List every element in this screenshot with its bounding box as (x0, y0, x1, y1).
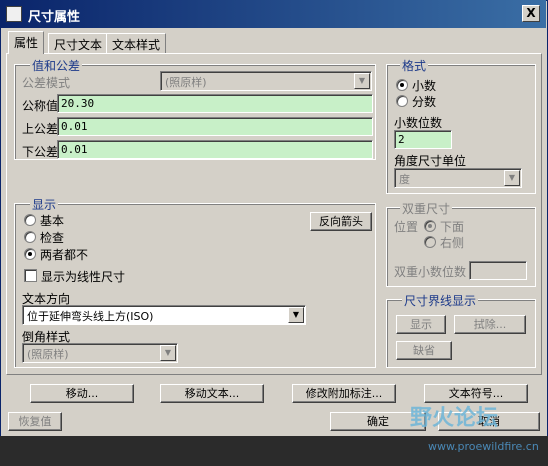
close-button[interactable]: X (522, 5, 540, 22)
fraction-label: 分数 (412, 95, 437, 109)
inspection-label: 检查 (40, 231, 65, 245)
chevron-down-icon: ▼ (504, 170, 520, 186)
forum-watermark-url: www.proewildfire.cn (428, 440, 539, 453)
position-label: 位置 (394, 220, 419, 234)
forum-watermark: 野火论坛 (410, 406, 499, 431)
erase-witness-button[interactable]: 拭除... (454, 315, 526, 334)
right-radio[interactable] (424, 236, 436, 248)
dual-dimension-title: 双重尺寸 (400, 200, 453, 217)
chamfer-style-value: (照原样) (27, 348, 69, 361)
dual-decimals-label: 双重小数位数 (394, 265, 467, 279)
lower-tolerance-label: 下公差 (22, 145, 59, 159)
below-label: 下面 (440, 220, 465, 234)
right-label: 右侧 (440, 236, 465, 250)
nominal-value-field[interactable]: 20.30 (57, 94, 373, 113)
chamfer-style-select[interactable]: (照原样) ▼ (22, 343, 178, 363)
chevron-down-icon: ▼ (354, 73, 370, 89)
decimal-label: 小数 (412, 79, 437, 93)
move-button[interactable]: 移动... (30, 384, 134, 403)
lower-tolerance-field[interactable]: 0.01 (57, 140, 373, 159)
show-witness-button[interactable]: 显示 (396, 315, 446, 334)
tolerance-mode-label: 公差模式 (22, 76, 71, 90)
decimal-places-field[interactable]: 2 (394, 130, 452, 149)
window-icon (6, 6, 22, 22)
chevron-down-icon: ▼ (160, 345, 176, 361)
display-title: 显示 (30, 196, 59, 213)
decimal-radio[interactable] (396, 79, 408, 91)
text-direction-select[interactable]: 位于延伸弯头线上方(ISO) ▼ (22, 305, 306, 325)
upper-tolerance-label: 上公差 (22, 122, 59, 136)
tab-text-style[interactable]: 文本样式 (106, 33, 167, 53)
decimal-places-label: 小数位数 (394, 116, 443, 130)
below-radio[interactable] (424, 220, 436, 232)
angular-units-select[interactable]: 度 ▼ (394, 168, 522, 188)
inspection-radio[interactable] (24, 231, 36, 243)
tab-dimension-text[interactable]: 尺寸文本 (48, 33, 109, 53)
value-tolerance-title: 值和公差 (30, 57, 83, 74)
format-title: 格式 (400, 57, 429, 74)
angular-units-value: 度 (399, 173, 410, 186)
chevron-down-icon: ▼ (288, 307, 304, 323)
text-direction-value: 位于延伸弯头线上方(ISO) (27, 310, 154, 323)
angular-units-label: 角度尺寸单位 (394, 154, 467, 168)
tolerance-mode-value: (照原样) (165, 76, 207, 89)
default-witness-button[interactable]: 缺省 (396, 341, 452, 360)
dual-decimals-field[interactable] (469, 261, 527, 280)
move-text-button[interactable]: 移动文本... (160, 384, 264, 403)
window-title: 尺寸属性 (28, 10, 81, 25)
tab-properties[interactable]: 属性 (8, 31, 45, 54)
fraction-radio[interactable] (396, 95, 408, 107)
neither-label: 两者都不 (40, 248, 89, 262)
show-linear-label: 显示为线性尺寸 (41, 270, 126, 284)
neither-radio[interactable] (24, 248, 36, 260)
nominal-value-label: 公称值 (22, 99, 59, 113)
flip-arrows-button[interactable]: 反向箭头 (310, 212, 372, 231)
restore-button[interactable]: 恢复值 (8, 412, 62, 431)
show-linear-checkbox[interactable] (24, 269, 37, 282)
tolerance-mode-select[interactable]: (照原样) ▼ (160, 71, 372, 91)
witness-line-title: 尺寸界线显示 (402, 292, 479, 309)
modify-attach-button[interactable]: 修改附加标注... (292, 384, 396, 403)
title-bar[interactable]: 尺寸属性 X (0, 0, 546, 28)
basic-label: 基本 (40, 214, 65, 228)
upper-tolerance-field[interactable]: 0.01 (57, 117, 373, 136)
basic-radio[interactable] (24, 214, 36, 226)
